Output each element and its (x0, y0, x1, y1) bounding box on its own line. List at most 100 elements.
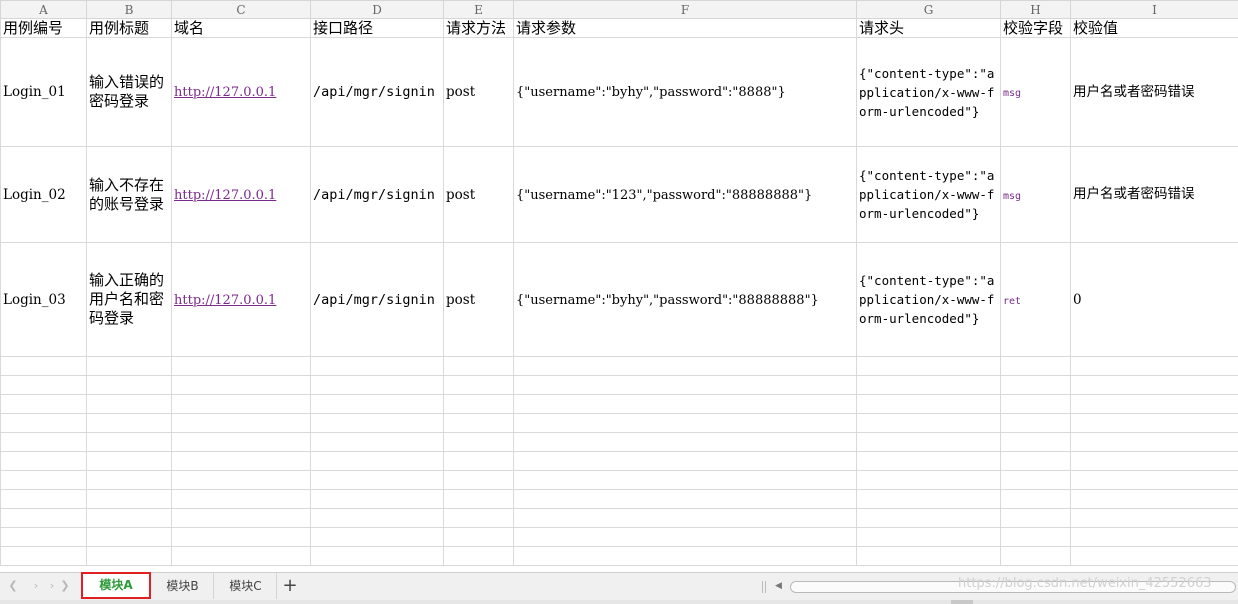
empty-cell[interactable] (1000, 489, 1071, 509)
empty-cell[interactable] (310, 375, 444, 395)
cell-path[interactable]: /api/mgr/signin (310, 146, 444, 243)
empty-cell[interactable] (310, 451, 444, 471)
empty-cell[interactable] (0, 527, 87, 547)
add-sheet-button[interactable]: + (281, 575, 299, 597)
column-header-i[interactable]: I (1070, 0, 1238, 19)
empty-cell[interactable] (1000, 413, 1071, 433)
empty-cell[interactable] (513, 432, 857, 452)
empty-cell[interactable] (310, 432, 444, 452)
empty-cell[interactable] (310, 546, 444, 566)
empty-cell[interactable] (310, 508, 444, 528)
empty-cell[interactable] (1070, 508, 1238, 528)
domain-link[interactable]: http://127.0.0.1 (174, 85, 276, 100)
column-header-d[interactable]: D (310, 0, 444, 19)
empty-cell[interactable] (86, 413, 172, 433)
cell-case-id[interactable]: Login_02 (0, 146, 87, 243)
column-header-h[interactable]: H (1000, 0, 1071, 19)
empty-cell[interactable] (1000, 508, 1071, 528)
empty-cell[interactable] (856, 470, 1001, 490)
empty-cell[interactable] (443, 489, 514, 509)
empty-cell[interactable] (1000, 546, 1071, 566)
empty-cell[interactable] (86, 356, 172, 376)
empty-cell[interactable] (513, 527, 857, 547)
empty-cell[interactable] (0, 470, 87, 490)
empty-cell[interactable] (443, 527, 514, 547)
empty-cell[interactable] (1070, 432, 1238, 452)
empty-cell[interactable] (1000, 394, 1071, 414)
empty-cell[interactable] (1070, 413, 1238, 433)
empty-cell[interactable] (856, 432, 1001, 452)
domain-link[interactable]: http://127.0.0.1 (174, 188, 276, 203)
column-header-c[interactable]: C (171, 0, 311, 19)
empty-cell[interactable] (856, 394, 1001, 414)
cell-path[interactable]: /api/mgr/signin (310, 37, 444, 147)
empty-cell[interactable] (1000, 356, 1071, 376)
empty-cell[interactable] (310, 489, 444, 509)
empty-cell[interactable] (1000, 527, 1071, 547)
empty-cell[interactable] (443, 451, 514, 471)
cell-check-value[interactable]: 用户名或者密码错误 (1070, 37, 1238, 147)
sheet-tab-c[interactable]: 模块C (215, 573, 277, 599)
sheet-tab-b[interactable]: 模块B (152, 573, 214, 599)
empty-cell[interactable] (856, 451, 1001, 471)
empty-cell[interactable] (443, 394, 514, 414)
empty-cell[interactable] (1000, 451, 1071, 471)
scroll-splitter[interactable] (762, 581, 763, 593)
first-sheet-icon[interactable]: ❮ (6, 579, 20, 593)
empty-cell[interactable] (1070, 489, 1238, 509)
empty-cell[interactable] (0, 394, 87, 414)
scroll-left-icon[interactable]: ◀ (775, 581, 782, 591)
cell-header-case-title[interactable]: 用例标题 (86, 18, 172, 38)
cell-params[interactable]: {"username":"byhy","password":"88888888"… (513, 242, 857, 357)
empty-cell[interactable] (171, 413, 311, 433)
sheet-tab-a[interactable]: 模块A (81, 572, 151, 599)
next-sheet-icon[interactable]: › (45, 579, 59, 593)
cell-case-id[interactable]: Login_01 (0, 37, 87, 147)
cell-check-field[interactable]: msg (1000, 146, 1071, 243)
empty-cell[interactable] (443, 546, 514, 566)
cell-table[interactable]: A B C D E F G H I 用例编号 用例标题 域名 接口路径 请求方法… (0, 0, 1238, 566)
empty-cell[interactable] (310, 394, 444, 414)
empty-cell[interactable] (1000, 470, 1071, 490)
empty-cell[interactable] (171, 489, 311, 509)
empty-cell[interactable] (0, 413, 87, 433)
empty-cell[interactable] (513, 356, 857, 376)
empty-cell[interactable] (513, 394, 857, 414)
empty-cell[interactable] (0, 375, 87, 395)
column-header-f[interactable]: F (513, 0, 857, 19)
empty-cell[interactable] (86, 375, 172, 395)
cell-header-path[interactable]: 接口路径 (310, 18, 444, 38)
empty-cell[interactable] (86, 527, 172, 547)
cell-request-headers[interactable]: {"content-type":"application/x-www-form-… (856, 242, 1001, 357)
empty-cell[interactable] (856, 375, 1001, 395)
cell-case-id[interactable]: Login_03 (0, 242, 87, 357)
prev-sheet-icon[interactable]: › (29, 579, 43, 593)
cell-header-request-headers[interactable]: 请求头 (856, 18, 1001, 38)
empty-cell[interactable] (171, 508, 311, 528)
cell-case-title[interactable]: 输入不存在的账号登录 (86, 146, 172, 243)
domain-link[interactable]: http://127.0.0.1 (174, 293, 276, 308)
cell-header-params[interactable]: 请求参数 (513, 18, 857, 38)
empty-cell[interactable] (1000, 432, 1071, 452)
empty-cell[interactable] (443, 375, 514, 395)
cell-method[interactable]: post (443, 242, 514, 357)
empty-cell[interactable] (171, 432, 311, 452)
cell-check-value[interactable]: 用户名或者密码错误 (1070, 146, 1238, 243)
cell-check-field[interactable]: ret (1000, 242, 1071, 357)
cell-domain[interactable]: http://127.0.0.1 (171, 146, 311, 243)
empty-cell[interactable] (443, 470, 514, 490)
empty-cell[interactable] (1000, 375, 1071, 395)
column-header-a[interactable]: A (0, 0, 87, 19)
empty-cell[interactable] (513, 470, 857, 490)
empty-cell[interactable] (1070, 470, 1238, 490)
cell-header-check-field[interactable]: 校验字段 (1000, 18, 1071, 38)
empty-cell[interactable] (1070, 546, 1238, 566)
empty-cell[interactable] (310, 413, 444, 433)
empty-cell[interactable] (513, 508, 857, 528)
empty-cell[interactable] (86, 432, 172, 452)
empty-cell[interactable] (171, 356, 311, 376)
cell-case-title[interactable]: 输入正确的用户名和密码登录 (86, 242, 172, 357)
empty-cell[interactable] (171, 394, 311, 414)
cell-header-method[interactable]: 请求方法 (443, 18, 514, 38)
empty-cell[interactable] (310, 470, 444, 490)
